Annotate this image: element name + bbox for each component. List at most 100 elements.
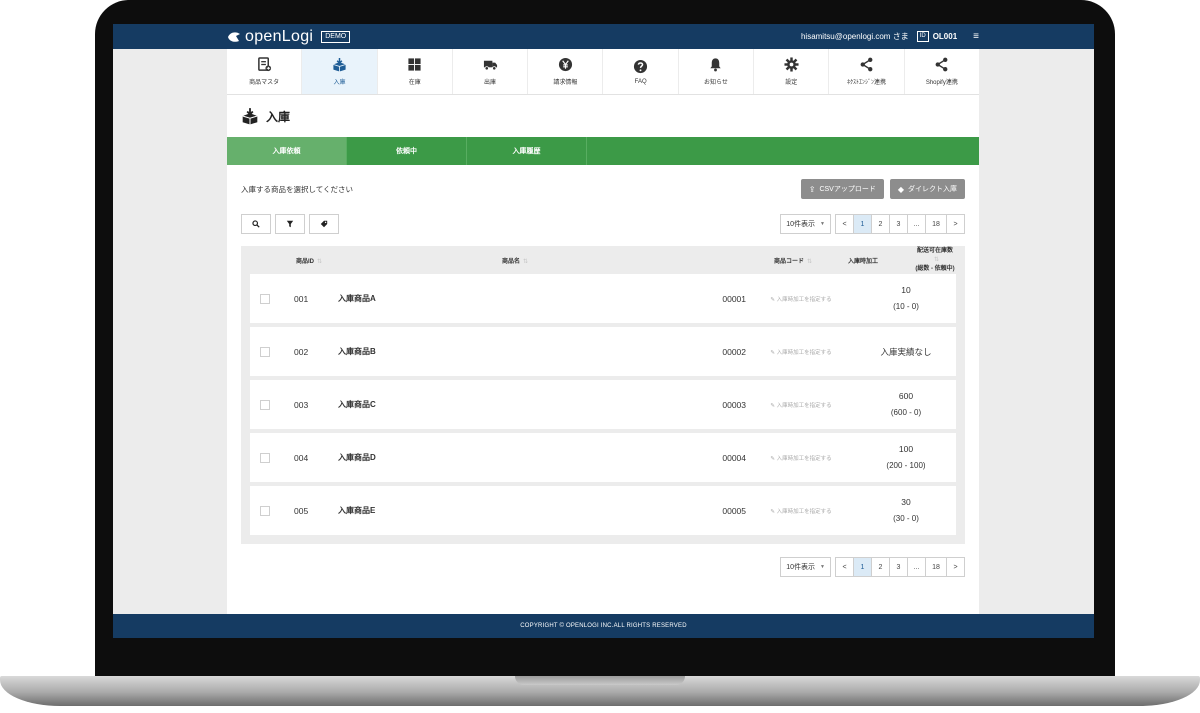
product-name: 入庫商品D — [338, 453, 376, 462]
direct-inbound-button[interactable]: ◆ ダイレクト入庫 — [889, 179, 965, 199]
page-next-button[interactable]: > — [946, 557, 965, 577]
nav-item-next-engine[interactable]: ﾈｸｽﾄｴﾝｼﾞﾝ連携 — [829, 49, 905, 94]
csv-upload-button[interactable]: ⇪ CSVアップロード — [800, 179, 884, 199]
processing-link[interactable]: ✎ 入庫時加工を指定する — [746, 295, 856, 303]
tab-requesting[interactable]: 依頼中 — [347, 137, 467, 165]
header-label: 商品名 — [502, 258, 521, 265]
product-name: 入庫商品C — [338, 400, 376, 409]
table-row[interactable]: 004 入庫商品D 00004 ✎ 入庫時加工を指定する 100 (200 - 1… — [250, 433, 956, 482]
processing-link[interactable]: ✎ 入庫時加工を指定する — [746, 454, 856, 462]
csv-upload-label: CSVアップロード — [819, 186, 876, 193]
footer: COPYRIGHT © OPENLOGI INC.ALL RIGHTS RESE… — [113, 614, 1094, 638]
page-button[interactable]: 3 — [889, 557, 908, 577]
product-code: 00002 — [722, 346, 746, 357]
product-id: 003 — [294, 399, 309, 410]
main-nav: 商品マスタ 入庫 在庫 出庫 請求情報 FAQ お知らせ 設定 ﾈｸｽﾄｴﾝｼﾞ… — [227, 49, 979, 95]
per-page-select[interactable]: 10件表示 ▼ — [780, 214, 831, 234]
logo-text: openLogi — [245, 27, 314, 45]
sort-icon: ⇅ — [317, 258, 323, 265]
nav-item-inbound[interactable]: 入庫 — [302, 49, 378, 94]
header-product-name[interactable]: 商品名 ⇅ — [502, 256, 712, 265]
product-name: 入庫商品B — [338, 347, 376, 356]
search-button[interactable] — [241, 214, 271, 234]
nav-label: お知らせ — [703, 80, 728, 86]
header-label: 商品コード — [773, 258, 804, 265]
nav-label: 請求情報 — [553, 80, 578, 86]
page-button[interactable]: 2 — [871, 557, 890, 577]
yen-coin-icon — [558, 57, 572, 72]
hamburger-menu-icon[interactable]: ≡ — [973, 31, 979, 42]
nav-item-shopify[interactable]: Shopify連携 — [905, 49, 979, 94]
processing-link[interactable]: ✎ 入庫時加工を指定する — [746, 401, 856, 409]
nav-item-news[interactable]: お知らせ — [679, 49, 755, 94]
page-button[interactable]: 1 — [853, 557, 872, 577]
nav-item-settings[interactable]: 設定 — [754, 49, 830, 94]
product-master-icon — [257, 57, 271, 72]
processing-link[interactable]: ✎ 入庫時加工を指定する — [746, 507, 856, 515]
inbound-box-icon — [242, 108, 258, 125]
row-checkbox[interactable] — [260, 452, 270, 463]
nav-label: 商品マスタ — [249, 80, 280, 86]
page-button[interactable]: 1 — [853, 214, 872, 234]
processing-label: 入庫時加工を指定する — [776, 508, 832, 515]
page-prev-button[interactable]: < — [835, 557, 854, 577]
stock-detail: (600 - 0) — [890, 408, 922, 417]
page-header: 入庫 — [227, 95, 979, 137]
app-screen: openLogi DEMO hisamitsu@openlogi.com さま … — [113, 24, 1094, 638]
product-code: 00003 — [722, 399, 746, 410]
tag-button[interactable] — [309, 214, 339, 234]
nav-item-stock[interactable]: 在庫 — [378, 49, 453, 94]
stock-icon — [408, 58, 421, 71]
truck-icon — [483, 60, 497, 71]
top-bar: openLogi DEMO hisamitsu@openlogi.com さま … — [113, 24, 1094, 49]
nav-label: FAQ — [634, 78, 647, 85]
page-button[interactable]: 3 — [889, 214, 908, 234]
row-checkbox[interactable] — [260, 505, 270, 516]
demo-badge: DEMO — [321, 30, 351, 43]
stock-value: 30 — [901, 497, 911, 507]
user-email[interactable]: hisamitsu@openlogi.com さま — [801, 31, 909, 42]
header-stock[interactable]: 配送可在庫数 ⇅ (総数 - 依頼中) — [914, 247, 956, 274]
logo-mark-icon — [228, 31, 240, 42]
stock-value: 100 — [898, 444, 914, 454]
row-checkbox[interactable] — [260, 346, 270, 357]
product-id: 004 — [294, 452, 309, 463]
action-toolbar: 入庫する商品を選択してください ⇪ CSVアップロード ◆ ダイレクト入庫 — [227, 165, 979, 213]
page-button[interactable]: 2 — [871, 214, 890, 234]
nav-item-outbound[interactable]: 出庫 — [453, 49, 529, 94]
product-id: 001 — [294, 293, 309, 304]
row-checkbox[interactable] — [260, 293, 270, 304]
nav-item-product-master[interactable]: 商品マスタ — [227, 49, 303, 94]
openlogi-logo[interactable]: openLogi — [227, 28, 313, 46]
header-product-code[interactable]: 商品コード ⇅ — [712, 256, 812, 265]
row-checkbox[interactable] — [260, 399, 270, 410]
inbound-box-icon: ◆ — [897, 184, 904, 194]
share-icon — [935, 57, 948, 72]
page-button[interactable]: 18 — [925, 214, 947, 234]
nav-label: 出庫 — [484, 80, 497, 86]
stock-value: 10 — [901, 285, 911, 295]
share-icon — [860, 57, 873, 72]
header-product-id[interactable]: 商品ID ⇅ — [296, 256, 502, 265]
tab-inbound-request[interactable]: 入庫依頼 — [227, 137, 347, 165]
page-next-button[interactable]: > — [946, 214, 965, 234]
tab-inbound-history[interactable]: 入庫履歴 — [467, 137, 587, 165]
page-button[interactable]: 18 — [925, 557, 947, 577]
inbound-box-icon — [333, 57, 346, 72]
table-row[interactable]: 005 入庫商品E 00005 ✎ 入庫時加工を指定する 30 (30 - 0) — [250, 486, 956, 535]
pagination-bottom: 10件表示 ▼ < 1 2 3 ... 18 > — [227, 544, 979, 577]
table-row[interactable]: 001 入庫商品A 00001 ✎ 入庫時加工を指定する 10 (10 - 0) — [250, 274, 956, 323]
processing-link[interactable]: ✎ 入庫時加工を指定する — [746, 348, 856, 356]
nav-label: ﾈｸｽﾄｴﾝｼﾞﾝ連携 — [847, 80, 887, 86]
nav-item-faq[interactable]: FAQ — [603, 49, 679, 94]
product-table: 商品ID ⇅ 商品名 ⇅ 商品コード ⇅ 入庫時加工 配送可在庫数⇅ (総数 - 依頼… — [241, 246, 965, 544]
list-controls: 10件表示 ▼ < 1 2 3 ... 18 > — [227, 213, 979, 235]
nav-item-billing[interactable]: 請求情報 — [528, 49, 604, 94]
filter-button[interactable] — [275, 214, 305, 234]
table-row[interactable]: 002 入庫商品B 00002 ✎ 入庫時加工を指定する 入庫実績なし — [250, 327, 956, 376]
table-row[interactable]: 003 入庫商品C 00003 ✎ 入庫時加工を指定する 600 (600 - 0… — [250, 380, 956, 429]
page-prev-button[interactable]: < — [835, 214, 854, 234]
per-page-select[interactable]: 10件表示 ▼ — [780, 557, 831, 577]
gear-icon — [784, 57, 799, 72]
tab-bar: 入庫依頼 依頼中 入庫履歴 — [227, 137, 979, 165]
